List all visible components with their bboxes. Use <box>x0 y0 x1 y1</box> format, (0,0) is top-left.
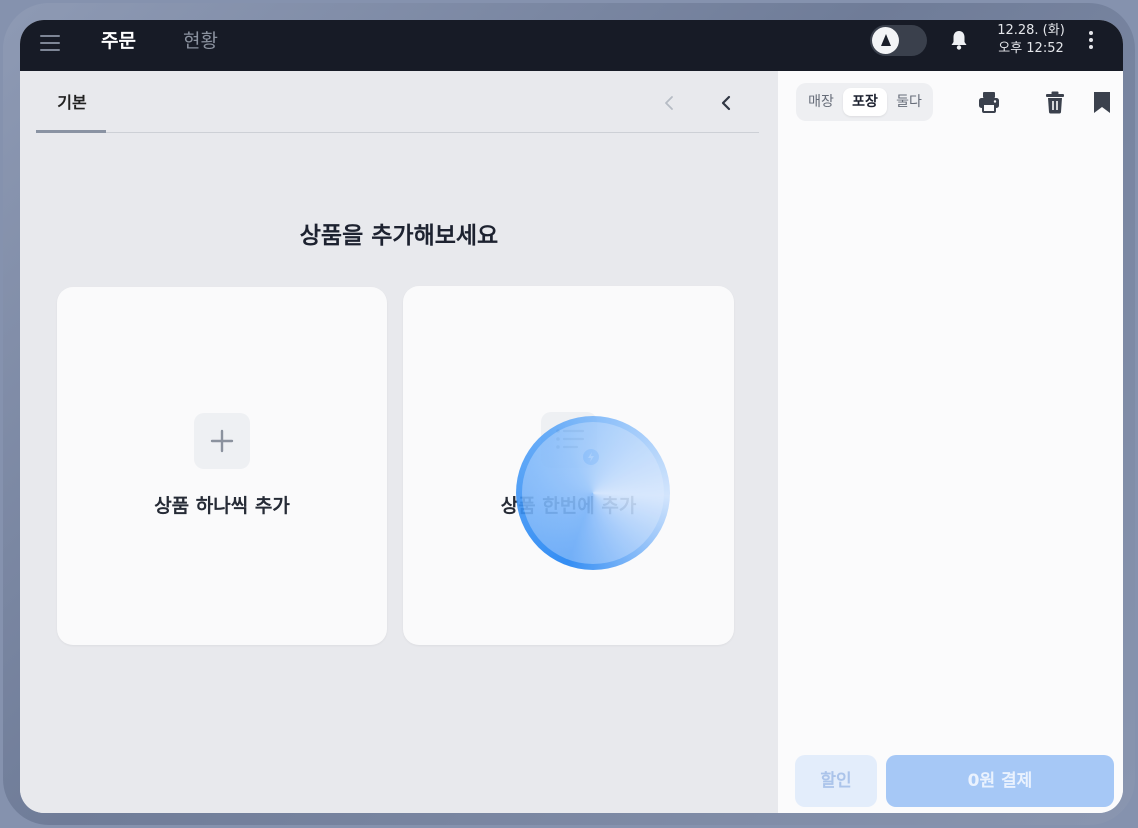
add-bulk-product-card[interactable]: 상품 한번에 추가 <box>403 286 734 645</box>
add-single-product-label: 상품 하나씩 추가 <box>154 495 290 517</box>
plus-icon <box>210 429 234 453</box>
order-panel: 매장 포장 둘다 할인 0원 결제 <box>778 71 1123 813</box>
time-text: 오후 12:52 <box>998 41 1064 56</box>
category-divider <box>36 132 759 133</box>
list-icon-box <box>541 412 599 468</box>
hamburger-menu-icon[interactable] <box>40 32 62 54</box>
toggle-knob <box>872 27 899 54</box>
list-lightning-icon <box>556 429 599 465</box>
empty-state-heading: 상품을 추가해보세요 <box>299 223 499 249</box>
plus-icon-box <box>194 413 250 469</box>
product-panel: 기본 상품을 추가해보세요 상품 하나씩 추가 상품 한번에 추가 <box>20 71 778 813</box>
date-text: 12.28. (화) <box>997 23 1065 38</box>
app-screen: 주문 현황 12.28. (화) 오후 12:52 기본 상품을 추가해보세요 … <box>20 20 1123 813</box>
segment-dine-in[interactable]: 매장 <box>800 88 842 116</box>
bell-icon[interactable] <box>947 28 971 52</box>
add-single-product-card[interactable]: 상품 하나씩 추가 <box>57 287 387 645</box>
add-bulk-product-label: 상품 한번에 추가 <box>500 495 637 517</box>
segment-takeout[interactable]: 포장 <box>843 88 887 116</box>
tab-status[interactable]: 현황 <box>183 29 218 53</box>
pay-button[interactable]: 0원 결제 <box>886 755 1114 807</box>
chevron-left-icon[interactable] <box>717 91 737 115</box>
order-type-segmented-control: 매장 포장 둘다 <box>796 83 933 121</box>
mode-toggle[interactable] <box>870 25 927 56</box>
category-tab-indicator <box>36 130 106 133</box>
top-bar: 주문 현황 12.28. (화) 오후 12:52 <box>20 20 1123 71</box>
bookmark-icon[interactable] <box>1089 89 1115 115</box>
trash-icon[interactable] <box>1042 89 1068 115</box>
category-tab-basic[interactable]: 기본 <box>37 91 107 133</box>
tab-order[interactable]: 주문 <box>101 29 136 53</box>
toggle-logo-icon <box>881 34 891 46</box>
discount-button[interactable]: 할인 <box>795 755 877 807</box>
segment-both[interactable]: 둘다 <box>888 88 930 116</box>
more-options-icon[interactable] <box>1086 28 1096 52</box>
tablet-frame: 주문 현황 12.28. (화) 오후 12:52 기본 상품을 추가해보세요 … <box>3 3 1135 825</box>
datetime-display: 12.28. (화) 오후 12:52 <box>995 22 1067 58</box>
printer-icon[interactable] <box>976 89 1002 115</box>
chevron-left-disabled-icon[interactable] <box>660 91 680 115</box>
